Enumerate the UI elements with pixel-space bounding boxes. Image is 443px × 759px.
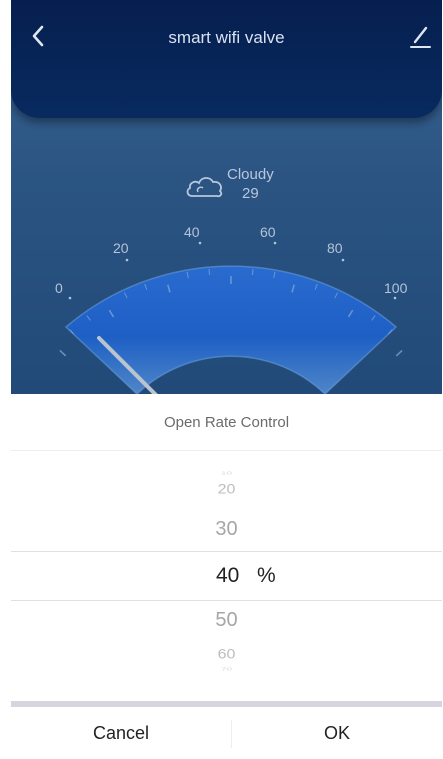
cancel-button[interactable]: Cancel [11,707,231,759]
open-rate-sheet: Open Rate Control 10 20 30 40 % 50 60 70… [11,394,442,759]
device-page: smart wifi valve Cloudy 29 0 20 40 60 80… [11,0,442,394]
picker-option-10[interactable]: 10 [11,471,442,476]
picker-option-70[interactable]: 70 [11,667,442,672]
gauge-tick [208,268,211,276]
valve-gauge: 0 20 40 60 80 100 [55,224,408,394]
weather-temperature: 29 [242,185,259,202]
picker-option-20[interactable]: 20 [11,482,442,497]
picker-option-30[interactable]: 30 [11,518,442,541]
gauge-tick [59,349,67,357]
gauge-tick-label-60: 60 [260,224,276,240]
sheet-title: Open Rate Control [163,414,290,431]
gauge-tick-label-40: 40 [184,224,200,240]
picker-selected-value: 40 [216,564,240,587]
cloud-icon [186,177,223,198]
ok-button[interactable]: OK [232,707,442,759]
device-title: smart wifi valve [168,28,285,47]
header-card: smart wifi valve [11,0,442,118]
gauge-tick-label-80: 80 [327,240,343,256]
gauge-tick-label-20: 20 [113,240,129,256]
picker-unit: % [257,564,276,587]
gauge-tick [251,268,254,276]
weather-widget: Cloudy 29 [181,164,301,214]
gauge-tick-label-100: 100 [384,280,408,296]
pencil-icon [410,26,431,48]
picker-option-50[interactable]: 50 [11,609,442,632]
gauge-arc [64,265,398,394]
weather-condition: Cloudy [227,166,274,183]
open-rate-picker[interactable]: 10 20 30 40 % 50 60 70 [11,466,442,680]
screen: smart wifi valve Cloudy 29 0 20 40 60 80… [0,0,443,759]
picker-option-60[interactable]: 60 [11,647,442,662]
edit-button[interactable] [406,22,434,50]
divider [11,450,442,451]
gauge-tick [395,349,403,357]
picker-selected-row[interactable]: 40 % [11,551,442,601]
gauge-tick-label-0: 0 [55,280,63,296]
